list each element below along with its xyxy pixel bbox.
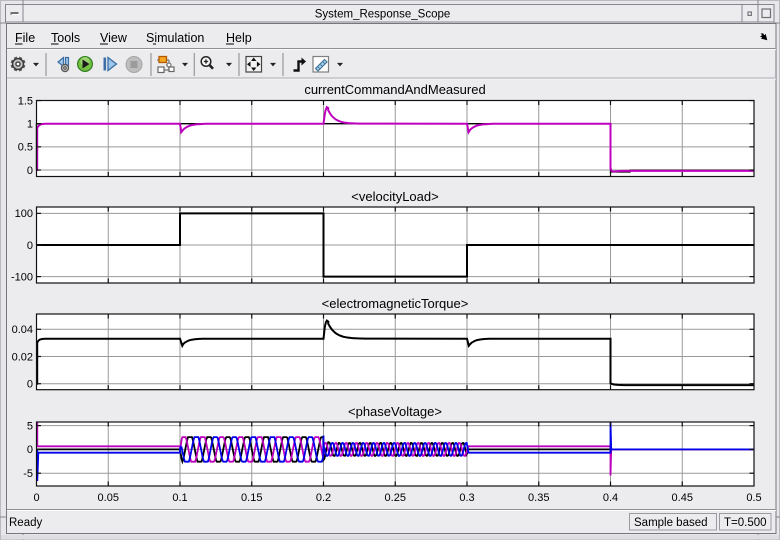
svg-text:0: 0 [27,165,33,177]
svg-text:<phaseVoltage>: <phaseVoltage> [348,404,442,419]
svg-text:<velocityLoad>: <velocityLoad> [351,189,438,204]
svg-text:0.2: 0.2 [316,492,331,504]
svg-text:Help: Help [226,31,252,45]
svg-text:0: 0 [27,444,33,456]
svg-text:<electromagneticTorque>: <electromagneticTorque> [322,296,469,311]
svg-text:File: File [15,31,35,45]
svg-text:0.5: 0.5 [18,142,33,154]
svg-text:0.35: 0.35 [528,492,549,504]
svg-text:0.45: 0.45 [672,492,693,504]
svg-text:Simulation: Simulation [146,31,204,45]
svg-text:0.15: 0.15 [241,492,262,504]
svg-text:View: View [100,31,128,45]
svg-text:0.04: 0.04 [12,324,33,336]
svg-text:0.1: 0.1 [172,492,187,504]
svg-text:0.05: 0.05 [98,492,119,504]
svg-text:5: 5 [27,420,33,432]
svg-text:0.5: 0.5 [746,492,761,504]
svg-text:0.02: 0.02 [12,351,33,363]
svg-text:0: 0 [27,240,33,252]
svg-text:Ready: Ready [9,517,42,529]
svg-text:0.25: 0.25 [385,492,406,504]
svg-text:0: 0 [27,379,33,391]
svg-text:100: 100 [15,208,33,220]
svg-text:Sample based: Sample based [634,517,708,529]
svg-text:0: 0 [33,492,39,504]
svg-text:Tools: Tools [51,31,80,45]
svg-text:0.3: 0.3 [459,492,474,504]
svg-text:1: 1 [27,119,33,131]
svg-text:System_Response_Scope: System_Response_Scope [315,9,451,21]
svg-text:-5: -5 [23,468,33,480]
svg-text:T=0.500: T=0.500 [724,517,767,529]
svg-text:-100: -100 [11,271,33,283]
svg-text:0.4: 0.4 [603,492,618,504]
svg-text:1.5: 1.5 [18,95,33,107]
svg-text:currentCommandAndMeasured: currentCommandAndMeasured [304,82,485,97]
